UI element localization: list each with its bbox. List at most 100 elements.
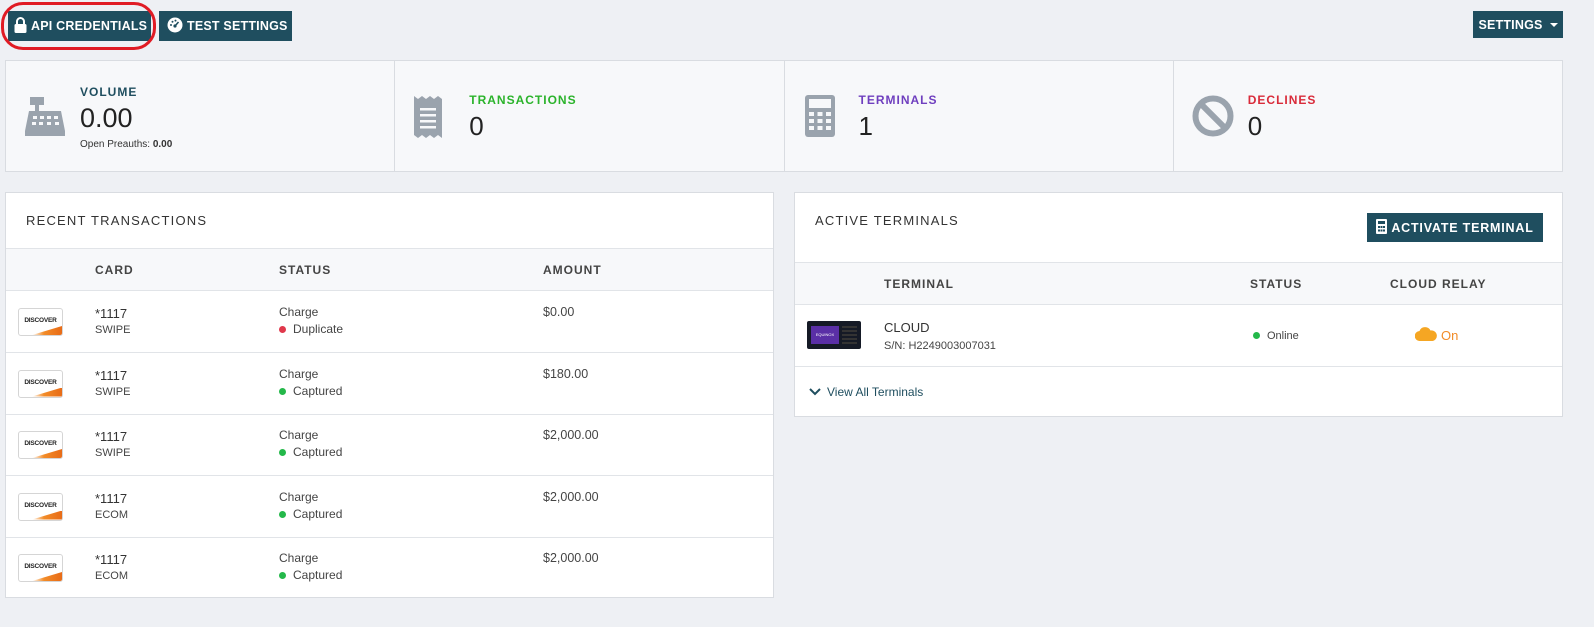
entry-mode: ECOM xyxy=(95,508,128,521)
status-dot xyxy=(1253,332,1260,339)
transaction-status: Captured xyxy=(279,445,342,459)
table-row[interactable]: DISCOVER *1117 SWIPE Charge Duplicate $0… xyxy=(6,291,773,353)
discover-card-logo: DISCOVER xyxy=(18,492,63,521)
terminal-status-text: Online xyxy=(1267,330,1299,342)
dashboard-icon xyxy=(167,17,183,36)
status-dot xyxy=(279,510,286,518)
transaction-status-text: Captured xyxy=(293,568,343,582)
transaction-type: Charge xyxy=(279,305,319,319)
table-row[interactable]: DISCOVER *1117 SWIPE Charge Captured $2,… xyxy=(6,414,773,476)
ban-icon xyxy=(1192,95,1234,142)
table-row[interactable]: DISCOVER *1117 SWIPE Charge Captured $18… xyxy=(6,353,773,415)
column-cloud-relay: CLOUD RELAY xyxy=(1390,277,1487,291)
declines-label: DECLINES xyxy=(1247,93,1317,107)
lock-icon xyxy=(14,16,27,36)
terminal-serial: S/N: H2249003007031 xyxy=(884,340,996,352)
terminal-row[interactable]: EQUINOX CLOUD S/N: H2249003007031 Online… xyxy=(795,305,1562,367)
column-status: STATUS xyxy=(279,263,332,277)
card-logo-text: DISCOVER xyxy=(24,563,57,570)
settings-dropdown-button[interactable]: SETTINGS xyxy=(1473,11,1563,38)
cloud-icon xyxy=(1414,327,1437,344)
transaction-type: Charge xyxy=(279,366,319,381)
card-logo-stripe xyxy=(32,387,62,397)
panel-title: RECENT TRANSACTIONS xyxy=(26,213,208,228)
transaction-type: Charge xyxy=(279,428,319,442)
test-settings-button[interactable]: TEST SETTINGS xyxy=(159,11,292,41)
active-terminals-panel: ACTIVE TERMINALS ACTIVATE TERMINAL TERMI… xyxy=(794,192,1563,417)
transaction-amount: $2,000.00 xyxy=(543,428,599,442)
card-logo-text: DISCOVER xyxy=(24,501,57,509)
api-credentials-label: API CREDENTIALS xyxy=(31,19,148,33)
entry-mode: SWIPE xyxy=(95,324,131,336)
terminals-value: 1 xyxy=(858,111,873,141)
stats-bar: VOLUME 0.00 Open Preauths: 0.00 TRANSACT… xyxy=(5,60,1563,172)
transaction-amount: $0.00 xyxy=(543,305,575,319)
activate-terminal-label: ACTIVATE TERMINAL xyxy=(1391,220,1534,235)
card-number: *1117 xyxy=(95,429,128,444)
status-dot xyxy=(279,572,286,579)
activate-terminal-button[interactable]: ACTIVATE TERMINAL xyxy=(1367,213,1543,242)
card-logo-stripe xyxy=(32,510,62,520)
transaction-status: Captured xyxy=(279,568,342,582)
stat-transactions: TRANSACTIONS 0 xyxy=(395,61,785,171)
transaction-status-text: Captured xyxy=(293,445,343,459)
column-status: STATUS xyxy=(1250,277,1303,291)
stat-declines: DECLINES 0 xyxy=(1174,61,1562,171)
transactions-value: 0 xyxy=(469,111,484,141)
card-logo-stripe xyxy=(32,449,62,458)
receipt-icon xyxy=(413,95,443,144)
settings-label: SETTINGS xyxy=(1478,17,1543,32)
cash-register-icon xyxy=(24,95,66,142)
transaction-status: Captured xyxy=(279,507,342,521)
status-dot xyxy=(279,449,286,456)
chevron-down-icon xyxy=(809,385,821,399)
transaction-status-text: Captured xyxy=(293,506,343,521)
terminal-screen-text: EQUINOX xyxy=(811,326,839,344)
entry-mode: ECOM xyxy=(95,570,128,582)
card-number: *1117 xyxy=(95,367,128,383)
terminal-name: CLOUD xyxy=(884,320,930,335)
table-row[interactable]: DISCOVER *1117 ECOM Charge Captured $2,0… xyxy=(6,476,773,538)
discover-card-logo: DISCOVER xyxy=(18,369,63,398)
volume-label: VOLUME xyxy=(80,85,138,99)
card-number: *1117 xyxy=(95,552,128,567)
transaction-status: Duplicate xyxy=(279,322,343,336)
transaction-amount: $180.00 xyxy=(543,366,589,381)
table-header: CARD STATUS AMOUNT xyxy=(6,248,773,291)
panel-title: ACTIVE TERMINALS xyxy=(815,213,959,228)
transaction-amount: $2,000.00 xyxy=(543,551,599,565)
terminal-device-image: EQUINOX xyxy=(807,321,861,349)
entry-mode: SWIPE xyxy=(95,385,131,398)
table-row[interactable]: DISCOVER *1117 ECOM Charge Captured $2,0… xyxy=(6,537,773,599)
discover-card-logo: DISCOVER xyxy=(18,308,63,336)
test-settings-label: TEST SETTINGS xyxy=(187,19,288,33)
calculator-icon xyxy=(804,95,835,142)
calculator-icon xyxy=(1376,218,1388,237)
transaction-status-text: Captured xyxy=(293,383,343,398)
table-header: TERMINAL STATUS CLOUD RELAY xyxy=(795,262,1562,305)
view-all-terminals-link[interactable]: View All Terminals xyxy=(809,385,923,399)
discover-card-logo: DISCOVER xyxy=(18,431,63,459)
api-credentials-button[interactable]: API CREDENTIALS xyxy=(8,11,151,41)
discover-card-logo: DISCOVER xyxy=(18,554,63,582)
transaction-type: Charge xyxy=(279,551,319,565)
status-dot xyxy=(279,326,286,333)
terminals-label: TERMINALS xyxy=(858,93,938,107)
volume-value: 0.00 xyxy=(80,103,133,133)
card-logo-stripe xyxy=(32,572,62,581)
cloud-relay-status: On xyxy=(1414,327,1459,344)
open-preauths-label: Open Preauths: xyxy=(80,139,151,150)
card-logo-stripe xyxy=(32,326,62,335)
transaction-amount: $2,000.00 xyxy=(543,489,599,504)
transaction-status: Captured xyxy=(279,384,342,398)
terminal-keypad xyxy=(842,326,857,344)
caret-down-icon xyxy=(1549,22,1558,27)
card-logo-text: DISCOVER xyxy=(24,317,57,324)
column-amount: AMOUNT xyxy=(543,263,602,277)
status-dot xyxy=(279,387,286,395)
card-number: *1117 xyxy=(95,490,128,506)
column-card: CARD xyxy=(95,263,134,277)
stat-terminals: TERMINALS 1 xyxy=(785,61,1174,171)
view-all-terminals-label: View All Terminals xyxy=(827,385,924,399)
cloud-relay-value: On xyxy=(1441,328,1459,343)
